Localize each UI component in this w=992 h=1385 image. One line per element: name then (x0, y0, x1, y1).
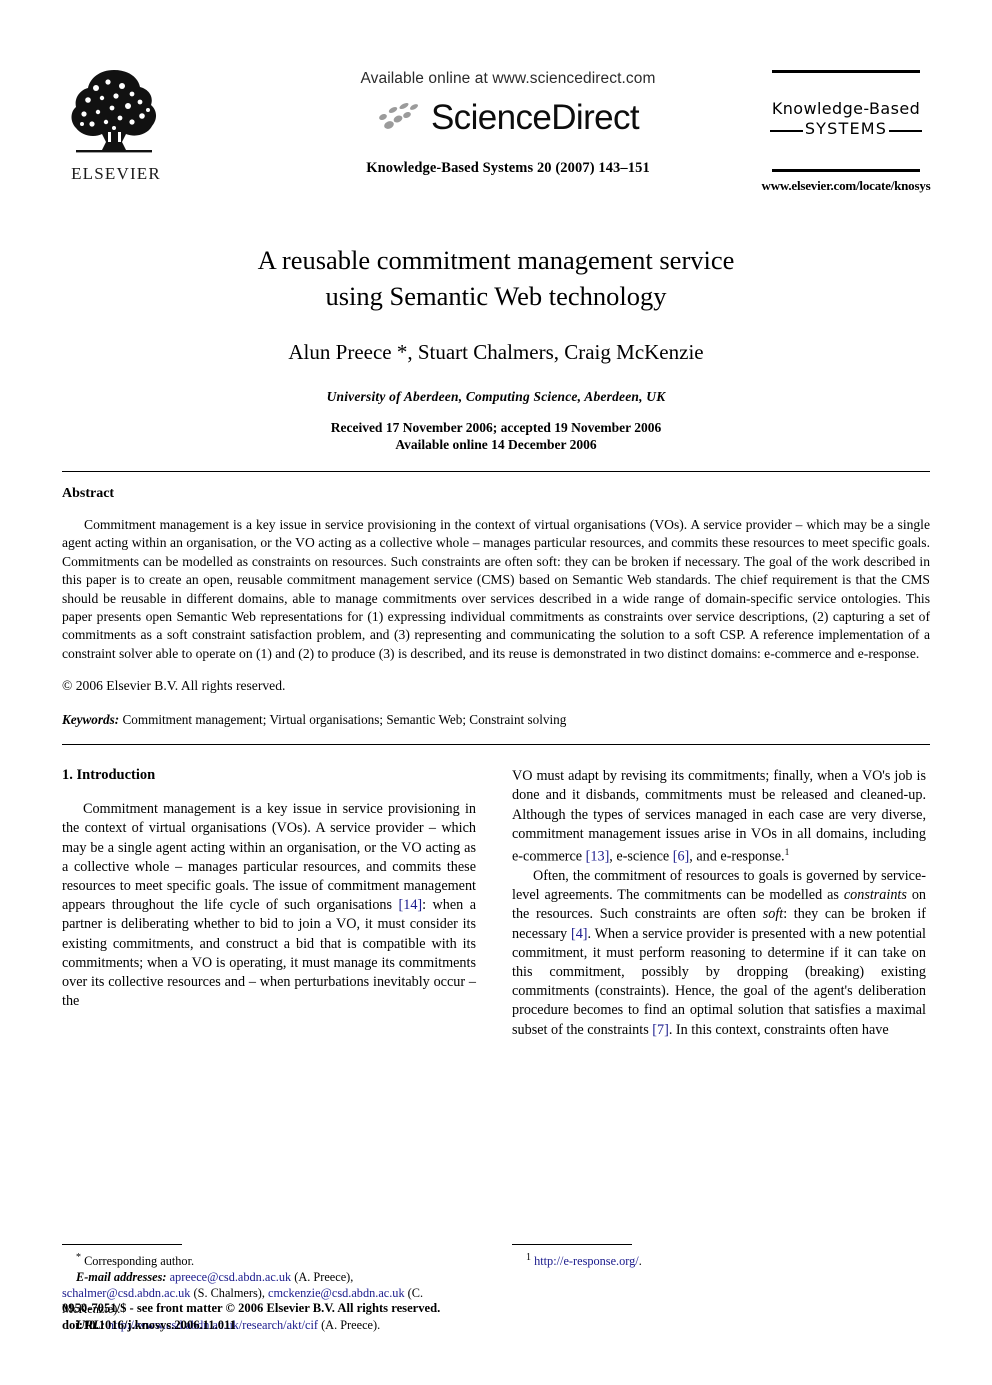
paragraph-left-1: Commitment management is a key issue in … (62, 800, 476, 1011)
abstract-heading: Abstract (62, 486, 115, 501)
paragraph-right-1: VO must adapt by revising its commitment… (512, 767, 926, 867)
email-addresses-label: E-mail addresses: (76, 1270, 167, 1284)
footnote-1-tail: . (638, 1254, 642, 1268)
imprint-doi: doi:10.1016/j.knosys.2006.11.011 (62, 1317, 236, 1332)
email-link-chalmers[interactable]: schalmer@csd.abdn.ac.uk (62, 1286, 190, 1300)
paragraph-right-1-part3: , and e-response. (689, 848, 785, 865)
email-link-mckenzie[interactable]: cmckenzie@csd.abdn.ac.uk (268, 1286, 405, 1300)
footnote-column-right: 1 http://e-response.org/. (512, 1243, 926, 1333)
citation-13[interactable]: [13] (586, 849, 610, 865)
keywords-value: Commitment management; Virtual organisat… (122, 712, 567, 728)
keywords-label: Keywords: (62, 712, 120, 728)
elsevier-wordmark: ELSEVIER (71, 164, 161, 183)
masthead: ELSEVIER Available online at www.science… (62, 62, 932, 212)
journal-logo: Knowledge-Based SYSTEMS www.elsevier.com… (760, 70, 932, 194)
paragraph-right-1-part2: , e-science (609, 848, 673, 865)
page-title: A reusable commitment management service… (100, 242, 892, 314)
email-name-chalmers: (S. Chalmers), (190, 1286, 268, 1300)
journal-logo-rule-bottom (772, 169, 920, 172)
paper-page: ELSEVIER Available online at www.science… (0, 62, 992, 1385)
sciencedirect-wordmark: ScienceDirect (430, 98, 640, 137)
emphasis-constraints: constraints (843, 887, 907, 904)
paper-title-line2: using Semantic Web technology (325, 281, 667, 311)
journal-logo-line2: SYSTEMS (802, 119, 890, 138)
publication-dates: Received 17 November 2006; accepted 19 N… (100, 419, 892, 453)
sciencedirect-birds-icon (379, 102, 418, 129)
column-left: 1. Introduction Commitment management is… (62, 767, 476, 1040)
corresponding-author-note: * Corresponding author. (62, 1250, 476, 1269)
footnote-1: 1 http://e-response.org/. (512, 1250, 926, 1269)
citation-6[interactable]: [6] (673, 849, 690, 865)
corresponding-author-text: Corresponding author. (84, 1254, 195, 1268)
received-date: Received 17 November 2006; accepted 19 N… (330, 420, 662, 435)
corresponding-author-marker: * (76, 1251, 81, 1263)
citation-4[interactable]: [4] (571, 926, 588, 942)
imprint-block: 0950-7051/$ - see front matter © 2006 El… (62, 1300, 440, 1333)
paragraph-right-2: Often, the commitment of resources to go… (512, 867, 926, 1040)
journal-logo-line1: Knowledge-Based (771, 99, 921, 118)
citation-14[interactable]: [14] (399, 897, 423, 913)
author-list: Alun Preece *, Stuart Chalmers, Craig Mc… (288, 340, 704, 364)
elsevier-logo: ELSEVIER (62, 62, 170, 184)
divider-above-abstract (62, 471, 930, 472)
journal-logo-rule-top (772, 70, 920, 73)
column-right: VO must adapt by revising its commitment… (512, 767, 926, 1040)
journal-url[interactable]: www.elsevier.com/locate/knosys (760, 178, 932, 194)
journal-reference: Knowledge-Based Systems 20 (2007) 143–15… (366, 160, 650, 176)
keywords: Keywords: Commitment management; Virtual… (62, 712, 930, 728)
abstract-body: Commitment management is a key issue in … (62, 517, 930, 661)
divider-below-keywords (62, 744, 930, 746)
title-block: A reusable commitment management service… (100, 242, 892, 453)
footnote-marker-1[interactable]: 1 (785, 848, 790, 858)
footnote-1-marker: 1 (526, 1251, 531, 1263)
journal-logo-line2-wrap: SYSTEMS (760, 119, 932, 141)
paragraph-left-1-part2: : when a partner is deliberating whether… (62, 897, 476, 1010)
abstract-section: Abstract Commitment management is a key … (62, 486, 930, 728)
paper-title-line1: A reusable commitment management service (257, 245, 735, 275)
footnote-rule-right (512, 1243, 632, 1245)
elsevier-tree-icon (71, 70, 157, 153)
affiliation: University of Aberdeen, Computing Scienc… (326, 389, 666, 404)
imprint-front-matter: 0950-7051/$ - see front matter © 2006 El… (62, 1301, 441, 1315)
paragraph-right-2-part5: . In this context, constraints often hav… (668, 1021, 889, 1038)
abstract-copyright: © 2006 Elsevier B.V. All rights reserved… (62, 677, 286, 693)
body-columns: 1. Introduction Commitment management is… (62, 767, 930, 1040)
email-name-preece: (A. Preece), (291, 1270, 354, 1284)
sciencedirect-logo: ScienceDirect (298, 98, 718, 138)
available-online-text: Available online at www.sciencedirect.co… (360, 70, 656, 87)
available-online-date: Available online 14 December 2006 (395, 437, 597, 452)
emphasis-soft: soft (762, 906, 784, 923)
footnote-rule-left (62, 1243, 182, 1245)
citation-7[interactable]: [7] (652, 1022, 669, 1038)
sciencedirect-block: Available online at www.sciencedirect.co… (298, 70, 718, 177)
e-response-link[interactable]: http://e-response.org/ (534, 1254, 639, 1268)
section-heading-introduction: 1. Introduction (62, 767, 156, 784)
email-link-preece[interactable]: apreece@csd.abdn.ac.uk (170, 1270, 292, 1284)
